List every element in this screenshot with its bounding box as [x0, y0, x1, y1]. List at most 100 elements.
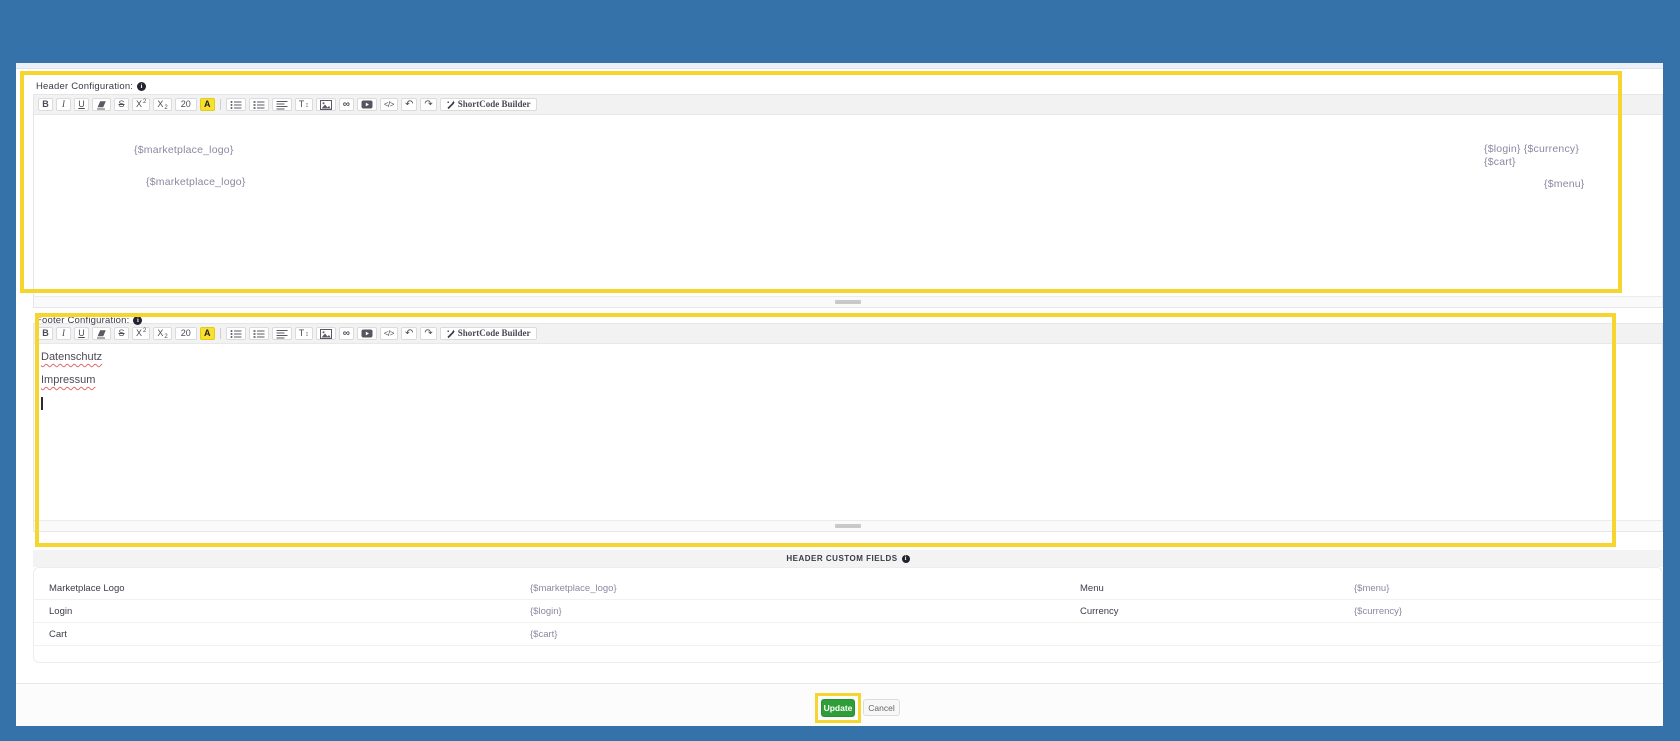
- italic-button[interactable]: I: [56, 327, 71, 340]
- paragraph-align-button[interactable]: [272, 98, 292, 111]
- line-height-button[interactable]: T↕: [295, 98, 313, 111]
- font-size-button[interactable]: 20: [175, 327, 197, 340]
- toolbar-separator: [220, 99, 221, 110]
- ordered-list-button[interactable]: [249, 327, 269, 340]
- redo-button[interactable]: ↷: [420, 98, 436, 111]
- editor-resize-handle[interactable]: [835, 300, 861, 304]
- paragraph-align-button[interactable]: [272, 327, 292, 340]
- superscript-label: X: [136, 329, 142, 338]
- header-custom-fields-title: HEADER CUSTOM FIELDS: [786, 554, 897, 563]
- unordered-list-icon: [230, 329, 242, 339]
- superscript-label: X: [136, 100, 142, 109]
- field-label: Currency: [1080, 606, 1354, 617]
- info-icon[interactable]: [902, 555, 910, 563]
- unordered-list-button[interactable]: [226, 98, 246, 111]
- footer-configuration-text: Footer Configuration:: [36, 315, 129, 326]
- shortcode-builder-button[interactable]: ShortCode Builder: [440, 98, 537, 111]
- field-shortcode-value: {$currency}: [1354, 606, 1662, 617]
- field-label: Cart: [49, 629, 530, 640]
- undo-button[interactable]: ↶: [401, 98, 417, 111]
- field-shortcode-value: {$menu}: [1354, 583, 1662, 594]
- footer-configuration-label: Footer Configuration:: [36, 315, 142, 326]
- code-view-button[interactable]: </>: [380, 327, 398, 340]
- unordered-list-button[interactable]: [226, 327, 246, 340]
- header-editor-content[interactable]: {$marketplace_logo} {$marketplace_logo} …: [34, 115, 1662, 296]
- app-window: Header Configuration: B I U S X2 X2 20 A…: [0, 0, 1680, 741]
- italic-button[interactable]: I: [56, 98, 71, 111]
- cart-shortcode: {$cart}: [1484, 156, 1516, 168]
- image-icon: [320, 329, 332, 339]
- impressum-link-text: Impressum: [41, 374, 95, 386]
- info-icon[interactable]: [137, 82, 146, 91]
- header-editor-toolbar: B I U S X2 X2 20 A T↕ ∞ </> ↶ ↷ ShortCod…: [34, 95, 1662, 115]
- footer-editor-content[interactable]: Datenschutz Impressum: [34, 344, 1662, 520]
- underline-button[interactable]: U: [74, 327, 89, 340]
- clear-format-button[interactable]: [92, 327, 111, 340]
- video-icon: [361, 100, 373, 109]
- redo-button[interactable]: ↷: [420, 327, 436, 340]
- font-color-button[interactable]: A: [200, 98, 215, 111]
- datenschutz-link-text: Datenschutz: [41, 351, 102, 363]
- eraser-icon: [96, 100, 107, 110]
- update-button[interactable]: Update: [821, 699, 855, 717]
- header-configuration-label: Header Configuration:: [36, 81, 146, 92]
- custom-fields-table: Marketplace Logo {$marketplace_logo} Men…: [33, 567, 1663, 663]
- undo-button[interactable]: ↶: [401, 327, 417, 340]
- strikethrough-button[interactable]: S: [114, 327, 129, 340]
- shortcode-builder-button[interactable]: ShortCode Builder: [440, 327, 537, 340]
- content-page: Header Configuration: B I U S X2 X2 20 A…: [16, 63, 1663, 726]
- line-height-label: T: [299, 100, 305, 109]
- magic-wand-icon: [446, 329, 455, 339]
- bold-button[interactable]: B: [38, 98, 53, 111]
- insert-link-button[interactable]: ∞: [339, 98, 354, 111]
- ordered-list-icon: [253, 100, 265, 110]
- field-shortcode-value: {$cart}: [530, 629, 1080, 640]
- login-currency-cart-shortcodes: {$login} {$currency}{$cart}: [1484, 143, 1579, 169]
- superscript-button[interactable]: X2: [132, 327, 150, 340]
- subscript-button[interactable]: X2: [153, 327, 171, 340]
- header-configuration-text: Header Configuration:: [36, 81, 133, 92]
- subscript-label: X: [157, 100, 163, 109]
- table-row: Login {$login} Currency {$currency}: [34, 600, 1662, 623]
- superscript-button[interactable]: X2: [132, 98, 150, 111]
- marketplace-logo-shortcode: {$marketplace_logo}: [146, 176, 246, 188]
- clear-format-button[interactable]: [92, 98, 111, 111]
- subscript-mark: 2: [164, 105, 167, 111]
- line-height-label: T: [299, 329, 305, 338]
- ordered-list-icon: [253, 329, 265, 339]
- insert-video-button[interactable]: [357, 327, 377, 340]
- field-shortcode-value: {$login}: [530, 606, 1080, 617]
- font-size-button[interactable]: 20: [175, 98, 197, 111]
- cancel-button[interactable]: Cancel: [863, 699, 900, 716]
- bold-button[interactable]: B: [38, 327, 53, 340]
- table-row: Cart {$cart}: [34, 623, 1662, 646]
- unordered-list-icon: [230, 100, 242, 110]
- video-icon: [361, 329, 373, 338]
- info-icon[interactable]: [133, 316, 142, 325]
- subscript-button[interactable]: X2: [153, 98, 171, 111]
- insert-image-button[interactable]: [316, 98, 336, 111]
- paragraph-align-icon: [276, 100, 288, 110]
- shortcode-builder-label: ShortCode Builder: [458, 100, 531, 109]
- superscript-mark: 2: [143, 328, 146, 334]
- superscript-mark: 2: [143, 99, 146, 105]
- update-button-highlight: Update: [815, 693, 861, 723]
- ordered-list-button[interactable]: [249, 98, 269, 111]
- shortcode-builder-label: ShortCode Builder: [458, 329, 531, 338]
- line-height-arrow: ↕: [305, 102, 309, 109]
- font-color-button[interactable]: A: [200, 327, 215, 340]
- underline-button[interactable]: U: [74, 98, 89, 111]
- toolbar-separator: [220, 328, 221, 339]
- header-editor: B I U S X2 X2 20 A T↕ ∞ </> ↶ ↷ ShortCod…: [33, 94, 1663, 308]
- insert-image-button[interactable]: [316, 327, 336, 340]
- insert-link-button[interactable]: ∞: [339, 327, 354, 340]
- line-height-button[interactable]: T↕: [295, 327, 313, 340]
- marketplace-logo-shortcode: {$marketplace_logo}: [134, 144, 234, 156]
- magic-wand-icon: [446, 100, 455, 110]
- code-view-button[interactable]: </>: [380, 98, 398, 111]
- text-cursor: [41, 397, 43, 410]
- editor-resize-handle[interactable]: [835, 524, 861, 528]
- insert-video-button[interactable]: [357, 98, 377, 111]
- strikethrough-button[interactable]: S: [114, 98, 129, 111]
- field-label: Login: [49, 606, 530, 617]
